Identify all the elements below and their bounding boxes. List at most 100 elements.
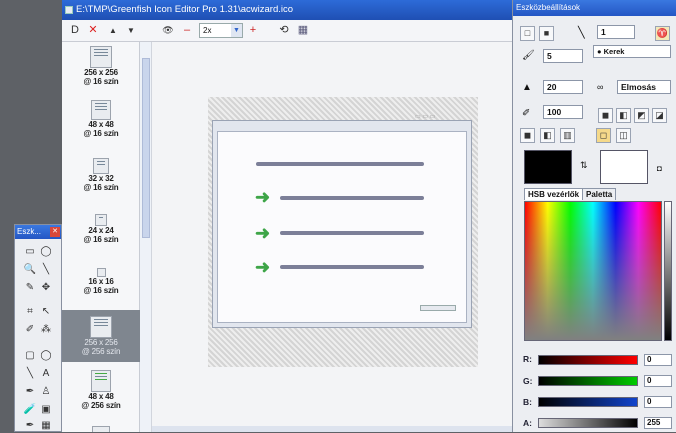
thumbnail-image [93, 158, 109, 174]
swap-colors-icon[interactable]: ⇅ [580, 160, 588, 171]
red-slider[interactable] [538, 355, 638, 365]
red-value[interactable]: 0 [644, 354, 672, 366]
alpha-value[interactable]: 255 [644, 417, 672, 429]
lock-icon[interactable]: ♈ [655, 26, 670, 41]
scrollbar-thumb[interactable] [142, 58, 150, 238]
artwork-button [420, 305, 456, 311]
tools-palette: Eszk... ✕ ▭ ◯ 🔍 ╲ ✎ ✥ ⌗ ↖ ✐ ⁂ ▢ ◯ ╲ A ✒ … [14, 224, 62, 432]
tab-palette[interactable]: Paletta [582, 188, 617, 200]
list-item[interactable]: 256 x 256 @ 16 szín [62, 46, 140, 94]
mode-button[interactable]: ◧ [540, 128, 555, 143]
tool-settings-title: Eszközbeállítások [513, 0, 676, 16]
thumbnail-colors: @ 256 szín [81, 347, 121, 356]
zoom-in-button[interactable]: + [246, 23, 260, 38]
mode-button[interactable]: ▥ [560, 128, 575, 143]
delete-icon-button[interactable]: ✕ [86, 23, 100, 38]
list-item[interactable]: 48 x 48 @ 256 szín [62, 370, 140, 416]
list-item-selected[interactable]: 256 x 256 @ 256 szín [62, 310, 140, 362]
ellipse-tool-icon[interactable]: ◯ [39, 349, 53, 363]
thumbnail-image [91, 100, 111, 120]
line-width-input[interactable]: 1 [597, 25, 635, 39]
rectangle-tool-icon[interactable]: ▢ [23, 349, 37, 363]
pointer-tool-icon[interactable]: ↖ [39, 305, 53, 319]
smudge-tool-icon[interactable]: ✒ [23, 419, 37, 433]
thumbnail-size: 24 x 24 [88, 226, 114, 235]
pencil-tool-icon[interactable]: ✎ [23, 281, 37, 295]
mode-button[interactable]: ◼ [598, 108, 613, 123]
brightness-slider[interactable] [664, 201, 672, 341]
list-item[interactable]: 24 x 24 @ 16 szín [62, 214, 140, 256]
outline-mode-button[interactable]: □ [520, 26, 535, 41]
pen-tool-icon[interactable]: ╲ [39, 263, 53, 277]
thumbnail-size: 32 x 32 [88, 174, 114, 183]
green-arrow-icon: ➜ [255, 257, 271, 277]
hsb-color-picker[interactable] [524, 201, 662, 341]
gradient-tool-icon[interactable]: ▣ [39, 403, 53, 417]
green-arrow-icon: ➜ [255, 187, 271, 207]
thumbnail-image [90, 316, 112, 338]
move-tool-icon[interactable]: ✥ [39, 281, 53, 295]
thumbnail-size: 48 x 48 [88, 392, 114, 401]
green-value[interactable]: 0 [644, 375, 672, 387]
zoom-select[interactable]: 2x ▼ [199, 23, 243, 38]
hardness-input[interactable]: 100 [543, 105, 583, 119]
canvas-scrollbar[interactable] [152, 426, 512, 432]
stamp-tool-icon[interactable]: ♙ [39, 385, 53, 399]
alpha-label: A: [523, 418, 532, 428]
tab-hsb[interactable]: HSB vezérlők [524, 188, 584, 200]
brush-size-input[interactable]: 5 [543, 49, 583, 63]
close-icon[interactable]: ✕ [50, 227, 60, 237]
mode-button[interactable]: ◪ [652, 108, 667, 123]
line-tool-icon[interactable]: ╲ [23, 367, 37, 381]
thumbnail-colors: @ 16 szín [83, 129, 119, 138]
brush-shape-select[interactable]: ● Kerek [593, 45, 671, 58]
mode-button[interactable]: ◼ [520, 128, 535, 143]
new-icon-button[interactable]: D [68, 23, 82, 38]
list-item[interactable]: 32 x 32 @ 16 szín [62, 158, 140, 202]
opacity-input[interactable]: 20 [543, 80, 583, 94]
list-item[interactable] [62, 426, 140, 432]
green-slider[interactable] [538, 376, 638, 386]
move-up-button[interactable]: ▲ [106, 23, 120, 38]
eyedropper-tool-icon[interactable]: ✒ [23, 385, 37, 399]
toolbar: D ✕ ▲ ▼ 👁 – 2x ▼ + ⟲ ▦ [62, 20, 512, 42]
background-color-swatch[interactable] [600, 150, 648, 184]
list-item[interactable]: 16 x 16 @ 16 szín [62, 268, 140, 308]
thumbnail-size: 16 x 16 [88, 277, 114, 286]
foreground-color-swatch[interactable] [524, 150, 572, 184]
mode-button[interactable]: ◫ [616, 128, 631, 143]
filled-mode-button[interactable]: ■ [539, 26, 554, 41]
window-title: E:\TMP\Greenfish Icon Editor Pro 1.31\ac… [76, 4, 294, 15]
thumbnail-image [96, 268, 106, 277]
crop-tool-icon[interactable]: ⌗ [23, 305, 37, 319]
thumbnail-image [90, 46, 112, 68]
thumbnail-image [92, 426, 110, 432]
zoom-tool-icon[interactable]: 🔍 [23, 263, 37, 277]
alpha-slider[interactable] [538, 418, 638, 428]
brush-size-icon: 🖌 [522, 50, 535, 61]
artwork-line [256, 162, 424, 166]
spray-tool-icon[interactable]: ⁂ [39, 323, 53, 337]
pattern-tool-icon[interactable]: ▦ [39, 419, 53, 433]
mode-button[interactable]: ◻ [596, 128, 611, 143]
brush-tool-icon[interactable]: ✐ [23, 323, 37, 337]
brush-shape-value: ● Kerek [597, 47, 625, 56]
blue-value[interactable]: 0 [644, 396, 672, 408]
list-item[interactable]: 48 x 48 @ 16 szín [62, 100, 140, 150]
reset-colors-icon[interactable]: ◘ [657, 164, 662, 173]
reset-zoom-icon[interactable]: ⟲ [277, 23, 291, 38]
rectangle-select-icon[interactable]: ▭ [23, 245, 37, 259]
fill-tool-icon[interactable]: 🧪 [23, 403, 37, 417]
window-controls-icon: ▭ ▭ ▭ [415, 114, 436, 120]
preview-eye-icon[interactable]: 👁 [160, 23, 176, 38]
chevron-down-icon: ▼ [231, 24, 242, 37]
blue-slider[interactable] [538, 397, 638, 407]
text-tool-icon[interactable]: A [39, 367, 53, 381]
move-down-button[interactable]: ▼ [124, 23, 138, 38]
grid-icon[interactable]: ▦ [296, 23, 310, 38]
zoom-out-button[interactable]: – [180, 23, 194, 38]
ellipse-select-icon[interactable]: ◯ [39, 245, 53, 259]
blend-mode-select[interactable]: Elmosás [617, 80, 671, 94]
mode-button[interactable]: ◧ [616, 108, 631, 123]
mode-button[interactable]: ◩ [634, 108, 649, 123]
